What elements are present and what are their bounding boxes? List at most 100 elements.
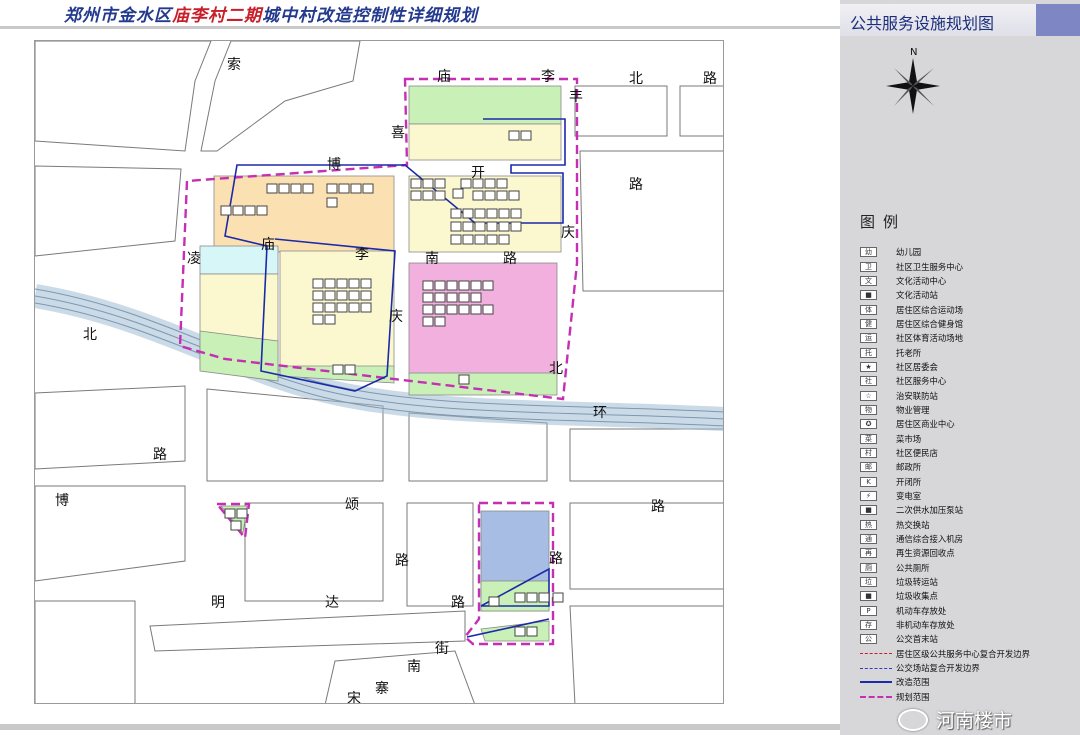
legend-label: 公交首末站 <box>896 634 938 645</box>
road-label: 南 <box>407 659 421 675</box>
legend-item: 菜 菜市场 <box>860 431 1075 445</box>
legend-item: ■ 文化活动站 <box>860 288 1075 302</box>
legend-line-swatch <box>860 667 892 669</box>
road-label: 丰 <box>569 89 583 105</box>
panel-title: 公共服务设施规划图 <box>850 14 995 33</box>
road-label: 北 <box>629 71 643 87</box>
legend-item: 健 居住区综合健身馆 <box>860 317 1075 331</box>
road-label: 李 <box>541 69 555 85</box>
panel-title-accent <box>1036 4 1080 36</box>
legend-item: ✪ 居住区商业中心 <box>860 417 1075 431</box>
header-rule <box>0 26 840 29</box>
legend-symbol-icon: 文 <box>860 275 877 286</box>
legend-line-swatch <box>860 695 892 698</box>
road-label: 路 <box>629 177 643 193</box>
legend-item: P 机动车存放处 <box>860 604 1075 618</box>
legend-label: 文化活动站 <box>896 290 938 301</box>
title-part1: 郑州市金水区 <box>64 6 172 26</box>
legend-line-item: 公交场站复合开发边界 <box>860 661 1075 675</box>
title-part2: 城中村改造控制性详细规划 <box>262 6 478 26</box>
legend-item: ■ 二次供水加压泵站 <box>860 503 1075 517</box>
legend-symbol-icon: 体 <box>860 304 877 315</box>
legend-symbol-icon: 物 <box>860 404 877 415</box>
legend-item: 文 文化活动中心 <box>860 274 1075 288</box>
map-title: 郑州市金水区庙李村二期城中村改造控制性详细规划 <box>64 1 478 26</box>
legend-list: 幼 幼儿园卫 社区卫生服务中心文 文化活动中心 ■ 文化活动站体 居住区综合运动场健 居住区综… <box>860 245 1075 704</box>
legend-label: 幼儿园 <box>896 247 922 258</box>
legend-symbol-icon: 卫 <box>860 261 877 272</box>
legend-item: ☆ 治安联防站 <box>860 388 1075 402</box>
road-label: 路 <box>395 553 409 569</box>
road-label: 寨 <box>375 680 389 697</box>
legend-label: 再生资源回收点 <box>896 548 955 559</box>
block-s-10 <box>569 605 723 703</box>
legend-item: 垃 垃圾转运站 <box>860 575 1075 589</box>
legend-label: 社区卫生服务中心 <box>896 261 963 272</box>
road-label: 路 <box>503 251 517 267</box>
block-north-yellow <box>408 123 562 161</box>
legend-line-item: 改造范围 <box>860 675 1075 689</box>
legend-label: 社区服务中心 <box>896 376 947 387</box>
legend-line-item: 规划范围 <box>860 690 1075 704</box>
legend-symbol-icon: 运 <box>860 333 877 344</box>
block-ne-1 <box>574 85 668 137</box>
road-label: 博 <box>55 492 69 509</box>
block-nw-2 <box>200 41 361 152</box>
road-label: 凌 <box>187 251 201 267</box>
legend-item: 物 物业管理 <box>860 403 1075 417</box>
legend-label: 社区居委会 <box>896 361 938 372</box>
legend-line-label: 改造范围 <box>896 677 930 688</box>
legend-label: 治安联防站 <box>896 390 938 401</box>
compass-north-label: N <box>910 47 917 58</box>
legend-symbol-icon: ⚡ <box>860 491 877 502</box>
legend-item: 村 社区便民店 <box>860 446 1075 460</box>
legend-symbol-icon: ★ <box>860 361 877 372</box>
map-canvas[interactable]: 索庙 李丰北 路博喜开路庆凌庙李南路庆北北环路博 颂路路路明达路南街宋寨 <box>35 41 724 704</box>
block-s-4 <box>569 428 723 482</box>
legend-label: 开闭所 <box>896 476 922 487</box>
legend-label: 托老所 <box>896 347 922 358</box>
road-label: 明 <box>211 595 225 611</box>
watermark: 河南楼市 <box>898 706 1012 733</box>
header-bar: 郑州市金水区庙李村二期城中村改造控制性详细规划 <box>0 0 840 30</box>
legend-symbol-icon: ■ <box>860 591 877 602</box>
block-ne-3 <box>579 150 723 292</box>
legend-label: 居住区商业中心 <box>896 419 955 430</box>
road-label: 路 <box>153 447 167 463</box>
legend-line-swatch <box>860 653 892 655</box>
legend-symbol-icon: 邮 <box>860 462 877 473</box>
legend-item: 邮 邮政所 <box>860 460 1075 474</box>
legend-item: 通 通信综合接入机房 <box>860 532 1075 546</box>
road-label: 庙 <box>261 237 275 253</box>
legend-label: 垃圾转运站 <box>896 577 938 588</box>
map-frame[interactable]: 索庙李丰北路博喜开路庆凌庙李南路庆北北环路博颂路路路明达路南街宋寨 <box>34 40 724 704</box>
road-label: 颂 <box>345 497 359 513</box>
legend-item: 卫 社区卫生服务中心 <box>860 259 1075 273</box>
road-label: 北 <box>549 361 563 377</box>
legend-label: 二次供水加压泵站 <box>896 505 963 516</box>
road-label: 路 <box>451 595 465 611</box>
bottom-bar <box>0 724 840 730</box>
road-label: 街 <box>435 641 449 657</box>
road-label: 南 <box>425 251 439 267</box>
legend-symbol-icon: 社 <box>860 376 877 387</box>
road-label: 庆 <box>561 225 575 241</box>
legend-label: 社区便民店 <box>896 447 938 458</box>
legend-item: 厕 公共厕所 <box>860 561 1075 575</box>
legend-label: 菜市场 <box>896 433 922 444</box>
legend-symbol-icon: 厕 <box>860 562 877 573</box>
road-label: 路 <box>703 71 717 87</box>
legend-label: 社区体育活动场地 <box>896 333 963 344</box>
legend-label: 通信综合接入机房 <box>896 534 963 545</box>
block-w-1 <box>35 165 182 257</box>
legend-line-swatch <box>860 681 892 684</box>
legend-symbol-icon: ■ <box>860 505 877 516</box>
legend-symbol-icon: ■ <box>860 290 877 301</box>
road-label: 开 <box>471 165 485 181</box>
road-label: 博 <box>327 156 341 173</box>
block-s-9 <box>149 610 466 652</box>
block-ne-2 <box>679 85 723 137</box>
legend-symbol-icon: 菜 <box>860 433 877 444</box>
watermark-text: 河南楼市 <box>936 710 1013 732</box>
legend-label: 物业管理 <box>896 404 930 415</box>
